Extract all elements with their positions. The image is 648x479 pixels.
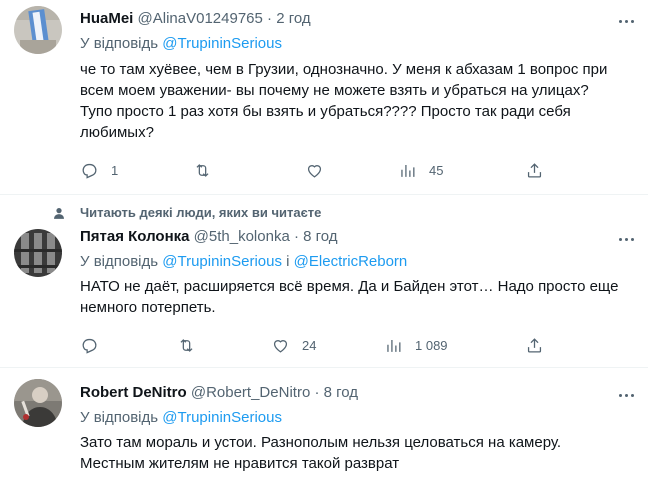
- views-icon: [387, 339, 401, 352]
- share-icon: [527, 337, 542, 352]
- retweet-button[interactable]: [177, 335, 196, 355]
- tweet-header: HuaMei @AlinaV01249765 · 2 год: [80, 9, 311, 29]
- reply-icon: [82, 338, 97, 354]
- avatar[interactable]: [14, 379, 62, 427]
- tweet-text: че то там хуёвее, чем в Грузии, однознач…: [80, 61, 608, 141]
- tweet-1[interactable]: HuaMei @AlinaV01249765 · 2 год У відпові…: [0, 0, 648, 194]
- reply-prefix: У відповідь: [80, 409, 163, 426]
- social-context[interactable]: Читають деякі люди, яких ви читаєте: [80, 205, 321, 220]
- tweet-2[interactable]: Читають деякі люди, яких ви читаєте Пята…: [0, 195, 648, 367]
- more-horizontal-icon[interactable]: [614, 386, 644, 406]
- more-horizontal-icon[interactable]: [614, 12, 644, 32]
- separator-dot: ·: [293, 228, 299, 245]
- views-count: 1 089: [415, 337, 448, 353]
- tweet-text: НАТО не даёт, расширяется всё время. Да …: [80, 278, 619, 316]
- separator-dot: ·: [314, 384, 320, 401]
- reply-context: У відповідь @TrupininSerious і @Electric…: [80, 252, 407, 272]
- like-button[interactable]: 24: [271, 335, 316, 355]
- share-icon: [527, 162, 542, 177]
- reply-count: 1: [111, 162, 119, 178]
- share-button[interactable]: [525, 335, 544, 355]
- reply-mention-link[interactable]: @TrupininSerious: [162, 409, 282, 426]
- reply-context: У відповідь @TrupininSerious: [80, 408, 282, 428]
- reply-join: і: [282, 253, 294, 270]
- display-name[interactable]: Пятая Колонка: [80, 228, 190, 245]
- tweet-3[interactable]: Robert DeNitro @Robert_DeNitro · 8 год У…: [0, 368, 648, 479]
- tweet-header: Пятая Колонка @5th_kolonka · 8 год: [80, 227, 338, 247]
- views-count: 45: [429, 162, 444, 178]
- avatar[interactable]: [14, 6, 62, 54]
- person-icon: [54, 208, 64, 219]
- separator-dot: ·: [267, 10, 273, 27]
- tweet-text: Зато там мораль и устои. Разнополым нель…: [80, 434, 562, 472]
- timestamp[interactable]: 8 год: [303, 228, 337, 245]
- like-button[interactable]: [305, 160, 324, 180]
- user-handle[interactable]: @Robert_DeNitro: [191, 384, 310, 401]
- heart-icon: [307, 164, 322, 178]
- tweet-header: Robert DeNitro @Robert_DeNitro · 8 год: [80, 383, 358, 403]
- reply-prefix: У відповідь: [80, 35, 163, 52]
- user-handle[interactable]: @AlinaV01249765: [138, 10, 263, 27]
- display-name[interactable]: Robert DeNitro: [80, 384, 187, 401]
- reply-button[interactable]: 1: [80, 160, 118, 180]
- timestamp[interactable]: 2 год: [276, 10, 310, 27]
- heart-icon: [273, 339, 288, 353]
- tweet-actions: 24 1 089: [80, 335, 550, 355]
- views-button[interactable]: 1 089: [384, 335, 448, 355]
- reply-mention-link[interactable]: @TrupininSerious: [162, 253, 282, 270]
- reply-button[interactable]: [80, 335, 99, 355]
- retweet-button[interactable]: [193, 160, 224, 180]
- retweet-icon: [196, 163, 209, 177]
- views-button[interactable]: 45: [398, 160, 443, 180]
- reply-icon: [82, 163, 97, 179]
- user-handle[interactable]: @5th_kolonka: [194, 228, 290, 245]
- avatar[interactable]: [14, 229, 62, 277]
- reply-context: У відповідь @TrupininSerious: [80, 34, 282, 54]
- views-icon: [401, 164, 415, 177]
- share-button[interactable]: [525, 160, 544, 180]
- tweet-actions: 1 45: [80, 160, 550, 180]
- display-name[interactable]: HuaMei: [80, 10, 133, 27]
- reply-prefix: У відповідь: [80, 253, 163, 270]
- more-horizontal-icon[interactable]: [614, 230, 644, 250]
- timestamp[interactable]: 8 год: [324, 384, 358, 401]
- reply-mention-link[interactable]: @TrupininSerious: [162, 35, 282, 52]
- retweet-icon: [180, 338, 193, 352]
- like-count: 24: [302, 337, 317, 353]
- reply-mention-link-2[interactable]: @ElectricReborn: [294, 253, 408, 270]
